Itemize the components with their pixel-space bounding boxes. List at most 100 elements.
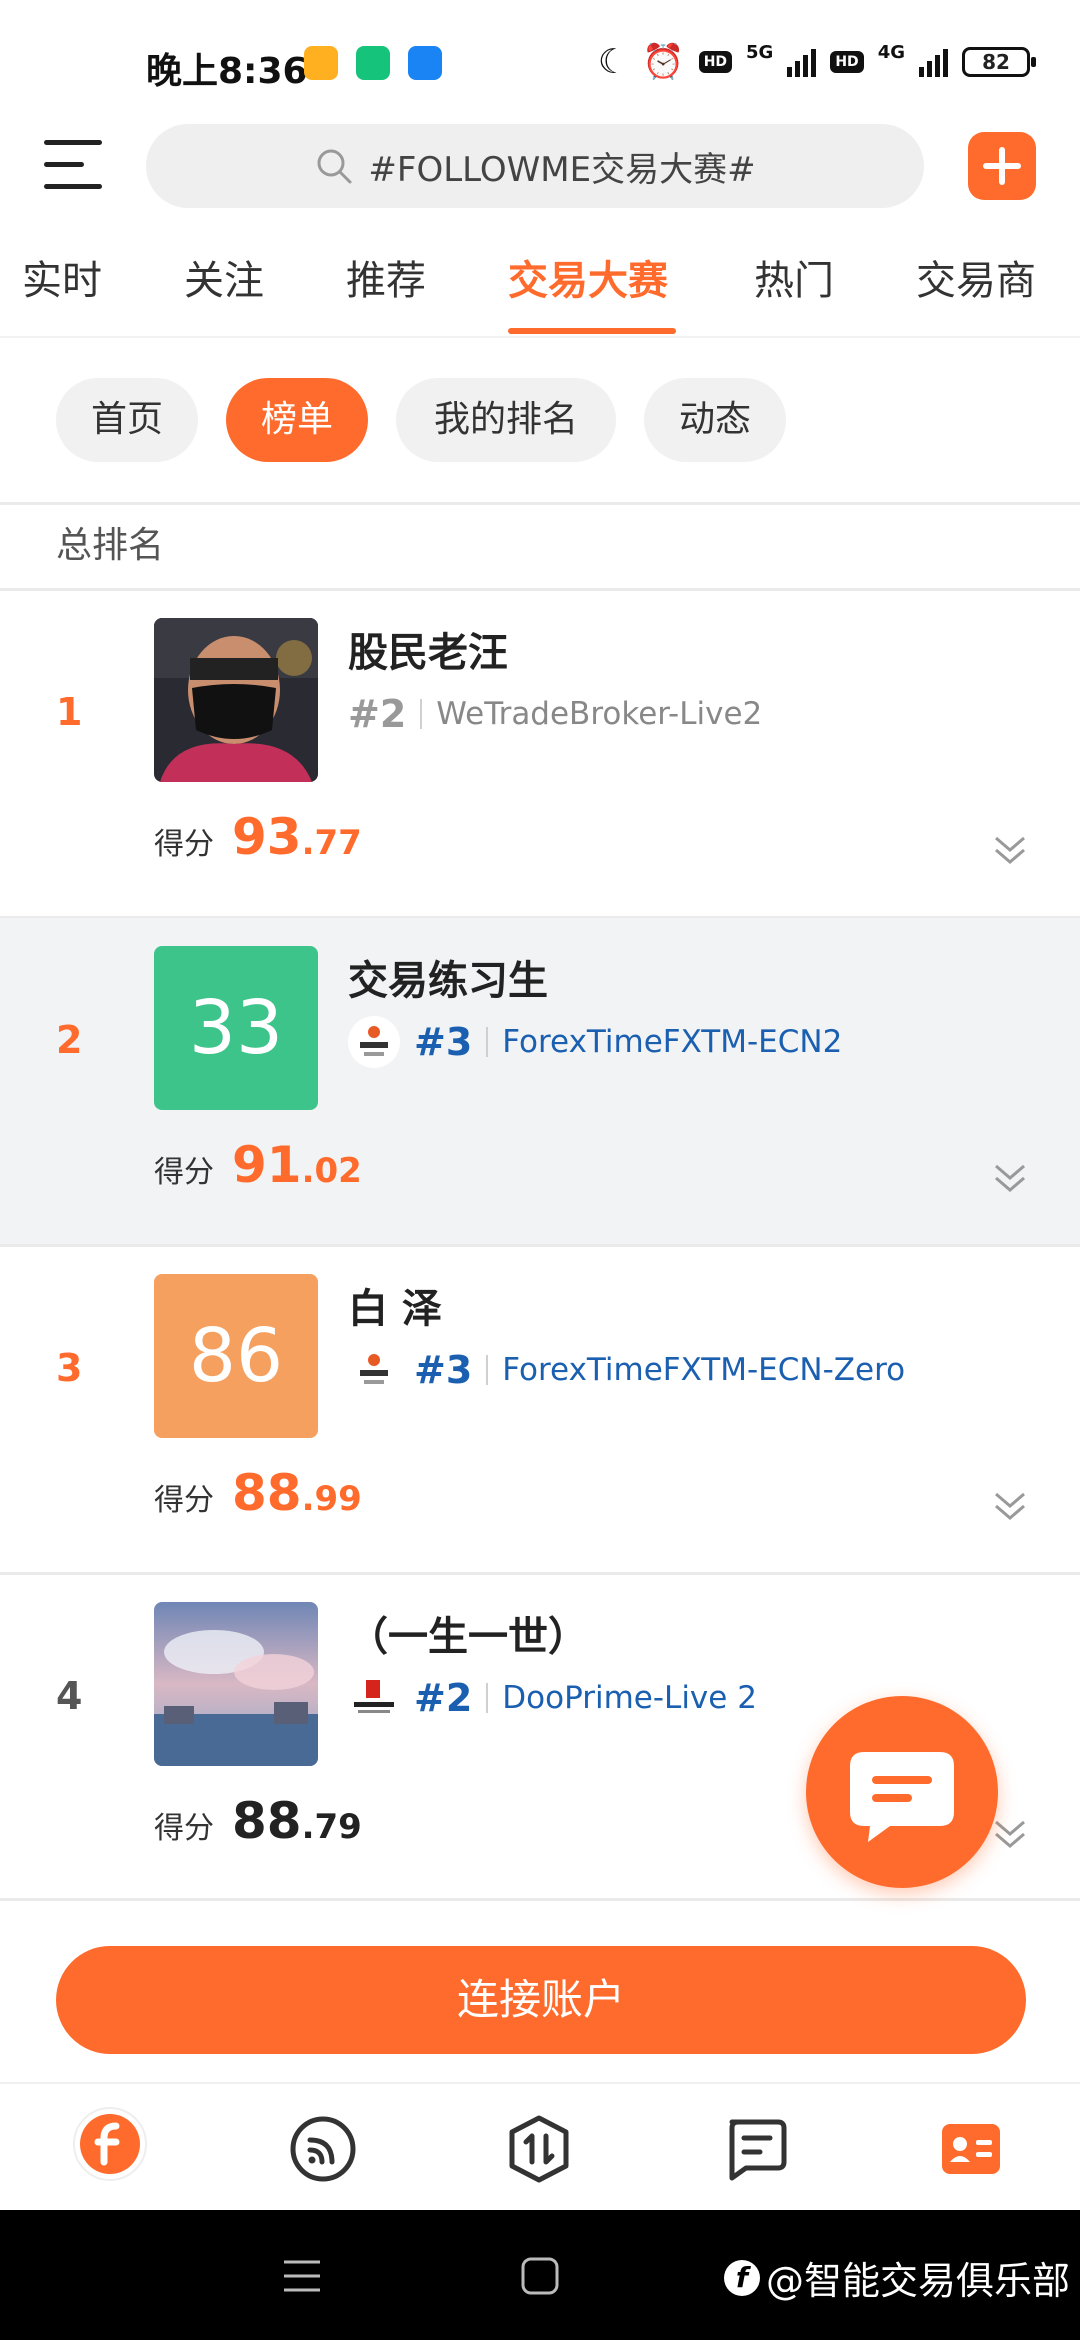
nav-trade[interactable] <box>504 2114 574 2184</box>
watermark-text: @智能交易俱乐部 <box>765 2259 1070 2303</box>
broker-rank: #3 <box>414 1020 473 1064</box>
add-button[interactable] <box>968 132 1036 200</box>
rank-number: 4 <box>56 1674 83 1718</box>
home-icon[interactable] <box>520 2256 560 2296</box>
user-photo <box>154 1602 318 1766</box>
active-tab-indicator <box>508 328 676 334</box>
profile-card-icon <box>942 2124 1000 2174</box>
signal-icon <box>787 47 817 77</box>
expand-chevron-icon[interactable] <box>990 1158 1030 1198</box>
chip-activity[interactable]: 动态 <box>644 378 786 462</box>
tab-brokers[interactable]: 交易商 <box>916 248 1036 306</box>
top-tabs: 实时 关注 推荐 交易大赛 热门 交易商 <box>0 248 1080 338</box>
hd-badge: HD <box>830 51 864 73</box>
cloud-app-icon <box>408 46 442 80</box>
score: 得分 93 .77 <box>154 808 362 866</box>
avatar[interactable]: 33 <box>154 946 318 1110</box>
separator <box>486 1027 489 1057</box>
alarm-icon: ⏰ <box>642 42 685 82</box>
user-photo <box>154 618 318 782</box>
score-decimal: .99 <box>301 1479 362 1519</box>
rank-number: 3 <box>56 1346 83 1390</box>
tabs-divider <box>0 336 1080 338</box>
broker-info: #3 ForexTimeFXTM-ECN2 <box>348 1016 842 1068</box>
tab-competition[interactable]: 交易大赛 <box>508 248 668 306</box>
search-bar[interactable]: #FOLLOWME交易大赛# <box>146 124 924 208</box>
menu-icon <box>44 140 102 145</box>
nav-home[interactable] <box>72 2106 148 2182</box>
ranking-row[interactable]: 3 86 白 泽 #3 ForexTimeFXTM-ECN-Zero 得分 88… <box>0 1246 1080 1572</box>
security-app-icon <box>356 46 390 80</box>
sub-tabs: 首页 榜单 我的排名 动态 <box>0 378 1080 462</box>
avatar[interactable]: 86 <box>154 1274 318 1438</box>
separator <box>420 699 423 729</box>
score-decimal: .02 <box>301 1151 362 1191</box>
score-label: 得分 <box>154 827 214 862</box>
user-name: （一生一世） <box>348 1614 588 1660</box>
chat-icon <box>850 1752 954 1842</box>
plus-icon <box>983 147 1021 185</box>
separator <box>486 1355 489 1385</box>
trade-icon <box>509 2115 569 2183</box>
nav-feed[interactable] <box>288 2114 358 2184</box>
network-5g-label: 5G <box>746 41 774 63</box>
broker-name: ForexTimeFXTM-ECN-Zero <box>502 1352 906 1388</box>
ranking-row[interactable]: 1 股民老汪 #2 WeTradeBroker-Live2 得分 93 .77 <box>0 590 1080 916</box>
avatar[interactable] <box>154 1602 318 1766</box>
ranking-row[interactable]: 2 33 交易练习生 #3 ForexTimeFXTM-ECN2 得分 91 .… <box>0 918 1080 1244</box>
tab-hot[interactable]: 热门 <box>754 248 834 306</box>
score-integer: 91 <box>232 1136 302 1194</box>
score: 得分 91 .02 <box>154 1136 362 1194</box>
tab-realtime[interactable]: 实时 <box>22 248 102 306</box>
section-title: 总排名 <box>56 525 165 566</box>
dooprime-logo-icon <box>348 1672 400 1724</box>
avatar-text: 86 <box>188 1313 284 1399</box>
avatar[interactable] <box>154 618 318 782</box>
score-integer: 88 <box>232 1792 302 1850</box>
watermark-logo-icon: f <box>723 2259 760 2296</box>
nav-messages[interactable] <box>720 2114 790 2184</box>
tab-recommend[interactable]: 推荐 <box>346 248 426 306</box>
broker-info: #2 WeTradeBroker-Live2 <box>348 688 762 740</box>
broker-info: #3 ForexTimeFXTM-ECN-Zero <box>348 1344 905 1396</box>
fxtm-logo-icon <box>348 1016 400 1068</box>
score-integer: 93 <box>232 808 302 866</box>
followme-logo-icon <box>73 2107 147 2181</box>
fxtm-logo-icon <box>348 1344 400 1396</box>
message-icon <box>729 2119 787 2181</box>
nav-profile[interactable] <box>936 2114 1006 2184</box>
watermark: f @智能交易俱乐部 <box>723 2250 1070 2305</box>
expand-chevron-icon[interactable] <box>990 1486 1030 1526</box>
chip-my-rank[interactable]: 我的排名 <box>396 378 616 462</box>
broadcast-icon <box>290 2116 356 2182</box>
divider <box>0 1898 1080 1901</box>
score-label: 得分 <box>154 1483 214 1518</box>
score: 得分 88 .99 <box>154 1464 362 1522</box>
score-integer: 88 <box>232 1464 302 1522</box>
chip-leaderboard[interactable]: 榜单 <box>226 378 368 462</box>
separator <box>486 1683 489 1713</box>
rank-number: 2 <box>56 1018 83 1062</box>
search-icon <box>317 149 352 184</box>
score-label: 得分 <box>154 1811 214 1846</box>
broker-rank: #2 <box>414 1676 473 1720</box>
expand-chevron-icon[interactable] <box>990 830 1030 870</box>
chip-home[interactable]: 首页 <box>56 378 198 462</box>
battery-indicator: 82 <box>962 47 1036 77</box>
score: 得分 88 .79 <box>154 1792 362 1850</box>
connect-account-button[interactable]: 连接账户 <box>56 1946 1026 2054</box>
menu-button[interactable] <box>44 140 102 190</box>
tab-follow[interactable]: 关注 <box>184 248 264 306</box>
broker-name: WeTradeBroker-Live2 <box>436 696 763 732</box>
recent-apps-icon[interactable] <box>282 2258 322 2294</box>
status-bar: 晚上8:36 ☾ ⏰ HD 5G HD 4G 82 <box>0 0 1080 120</box>
network-4g-label: 4G <box>877 41 905 63</box>
user-name: 交易练习生 <box>348 958 548 1004</box>
hd-badge: HD <box>698 51 733 73</box>
chat-fab-button[interactable] <box>806 1696 998 1888</box>
broker-info: #2 DooPrime-Live 2 <box>348 1672 757 1724</box>
signal-icon <box>919 47 948 77</box>
bottom-nav <box>0 2082 1080 2208</box>
notes-app-icon <box>304 46 338 80</box>
user-name: 白 泽 <box>348 1286 442 1332</box>
